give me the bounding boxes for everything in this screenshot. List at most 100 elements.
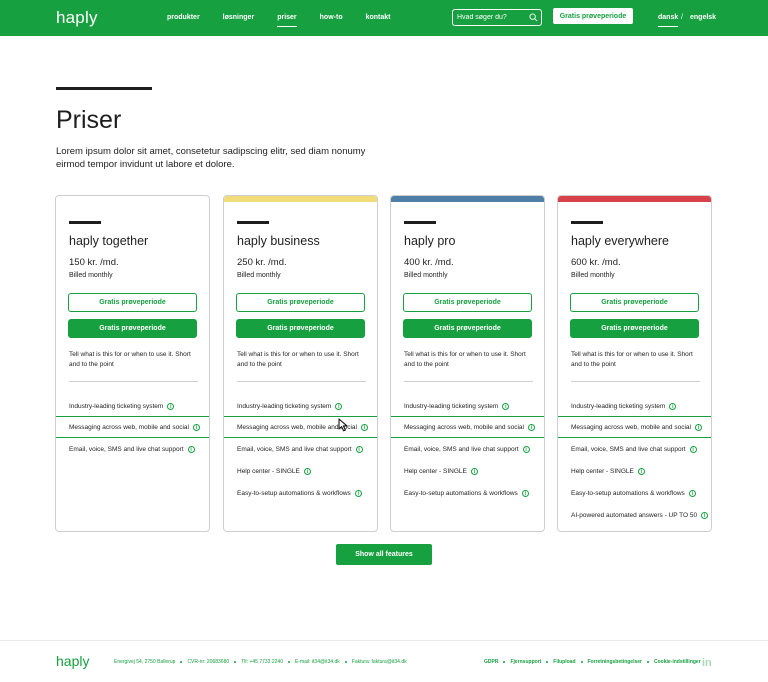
footer-link-file-upload[interactable]: Filupload [553,659,575,665]
plan-title: haply business [237,234,320,248]
info-icon[interactable]: i [521,489,529,497]
nav-link-loesninger[interactable]: løsninger [223,14,255,21]
info-icon[interactable]: i [701,511,709,519]
feature-label: Easy-to-setup automations & workflows [404,489,518,497]
feature-label: Email, voice, SMS and live chat support [571,445,686,453]
card-accent-strip [224,196,377,202]
info-icon[interactable]: i [689,445,697,453]
trial-outline-button[interactable]: Gratis prøveperiode [68,293,197,312]
separator-dot [646,661,649,663]
info-icon[interactable]: i [192,423,200,431]
nav-links: produkter løsninger priser how-to kontak… [167,14,414,27]
plan-description: Tell what is this for or when to use it.… [404,351,526,368]
feature-label: Help center - SINGLE [571,467,634,475]
page-intro: Lorem ipsum dolor sit amet, consetetur s… [56,146,366,170]
info-icon[interactable]: i [354,489,362,497]
separator-dot [580,661,583,663]
info-icon[interactable]: i [360,423,368,431]
feature-item: Email, voice, SMS and live chat support i [56,438,209,460]
plan-description: Tell what is this for or when to use it.… [237,351,359,368]
info-icon[interactable]: i [688,489,696,497]
plan-title: haply together [69,234,149,248]
feature-label: Industry-leading ticketing system [404,402,499,410]
info-icon[interactable]: i [669,402,677,410]
info-icon[interactable]: i [355,445,363,453]
separator-dot [287,661,290,663]
show-all-features-button[interactable]: Show all features [336,544,432,565]
footer-link-gdpr[interactable]: GDPR [484,659,498,665]
feature-label: Help center - SINGLE [404,467,467,475]
trial-solid-button[interactable]: Gratis prøveperiode [236,319,365,338]
info-icon[interactable]: i [694,423,702,431]
separator-dot [234,661,237,663]
linkedin-icon[interactable]: in [702,657,712,669]
language-danish[interactable]: dansk [658,14,679,27]
feature-label: Industry-leading ticketing system [237,402,332,410]
nav-link-how-to[interactable]: how-to [320,14,343,21]
feature-item: Help center - SINGLE i [224,460,377,482]
trial-solid-button[interactable]: Gratis prøveperiode [68,319,197,338]
feature-item: Industry-leading ticketing system i [558,395,711,417]
card-decoration-bar [69,221,101,224]
info-icon[interactable]: i [502,402,510,410]
info-icon[interactable]: i [522,445,530,453]
logo[interactable]: haply [56,8,98,28]
feature-label: Messaging across web, mobile and social [404,423,524,431]
info-icon[interactable]: i [303,467,311,475]
footer-link-remote-support[interactable]: Fjernsupport [510,659,541,665]
info-icon[interactable]: i [637,467,645,475]
feature-item: AI-powered automated answers - UP TO 50 i [558,504,711,526]
feature-label: Messaging across web, mobile and social [571,423,691,431]
plan-billing: Billed monthly [571,272,615,279]
separator-dot [546,661,549,663]
trial-solid-button[interactable]: Gratis prøveperiode [403,319,532,338]
feature-item: Messaging across web, mobile and social i [558,416,711,438]
title-decoration-bar [56,87,152,90]
trial-outline-button[interactable]: Gratis prøveperiode [236,293,365,312]
plan-billing: Billed monthly [237,272,281,279]
card-decoration-bar [571,221,603,224]
plan-card-everywhere: haply everywhere 600 kr. /md. Billed mon… [557,195,712,532]
footer-link-terms[interactable]: Forretningsbetingelser [588,659,642,665]
footer-email[interactable]: E-mail: it34@it34.dk [295,659,340,665]
feature-item: Easy-to-setup automations & workflows i [391,482,544,504]
info-icon[interactable]: i [527,423,535,431]
feature-item: Email, voice, SMS and live chat support i [224,438,377,460]
nav-link-produkter[interactable]: produkter [167,14,200,21]
trial-button[interactable]: Gratis prøveperiode [553,8,633,24]
footer-cvr: CVR-nr: 20683680 [187,659,230,665]
info-icon[interactable]: i [470,467,478,475]
footer-logo[interactable]: haply [56,653,89,669]
nav-link-kontakt[interactable]: kontakt [366,14,391,21]
card-divider [571,381,700,382]
separator-dot [344,661,347,663]
info-icon[interactable]: i [167,402,175,410]
plan-price: 400 kr. /md. [404,257,454,268]
card-divider [237,381,366,382]
feature-item: Easy-to-setup automations & workflows i [558,482,711,504]
plan-billing: Billed monthly [404,272,448,279]
feature-label: Easy-to-setup automations & workflows [571,489,685,497]
language-english[interactable]: engelsk [690,14,716,21]
feature-label: Email, voice, SMS and live chat support [404,445,519,453]
feature-label: AI-powered automated answers - UP TO 50 [571,511,698,519]
trial-outline-button[interactable]: Gratis prøveperiode [403,293,532,312]
trial-outline-button[interactable]: Gratis prøveperiode [570,293,699,312]
info-icon[interactable]: i [187,445,195,453]
card-divider [69,381,198,382]
footer-phone[interactable]: Tlf: +45 7733 2240 [241,659,283,665]
feature-label: Help center - SINGLE [237,467,300,475]
feature-label: Messaging across web, mobile and social [69,423,189,431]
footer-link-cookie-settings[interactable]: Cookie-indstillinger [654,659,701,665]
nav-link-priser[interactable]: priser [277,14,298,27]
top-navigation: haply produkter løsninger priser how-to … [0,0,768,36]
info-icon[interactable]: i [335,402,343,410]
plan-title: haply everywhere [571,234,669,248]
feature-item: Industry-leading ticketing system i [224,395,377,417]
trial-solid-button[interactable]: Gratis prøveperiode [570,319,699,338]
footer-invoice-email[interactable]: Faktura: faktura@it34.dk [352,659,407,665]
feature-item: Email, voice, SMS and live chat support i [391,438,544,460]
card-accent-strip [558,196,711,202]
search-icon[interactable] [529,13,538,22]
separator-dot [503,661,506,663]
